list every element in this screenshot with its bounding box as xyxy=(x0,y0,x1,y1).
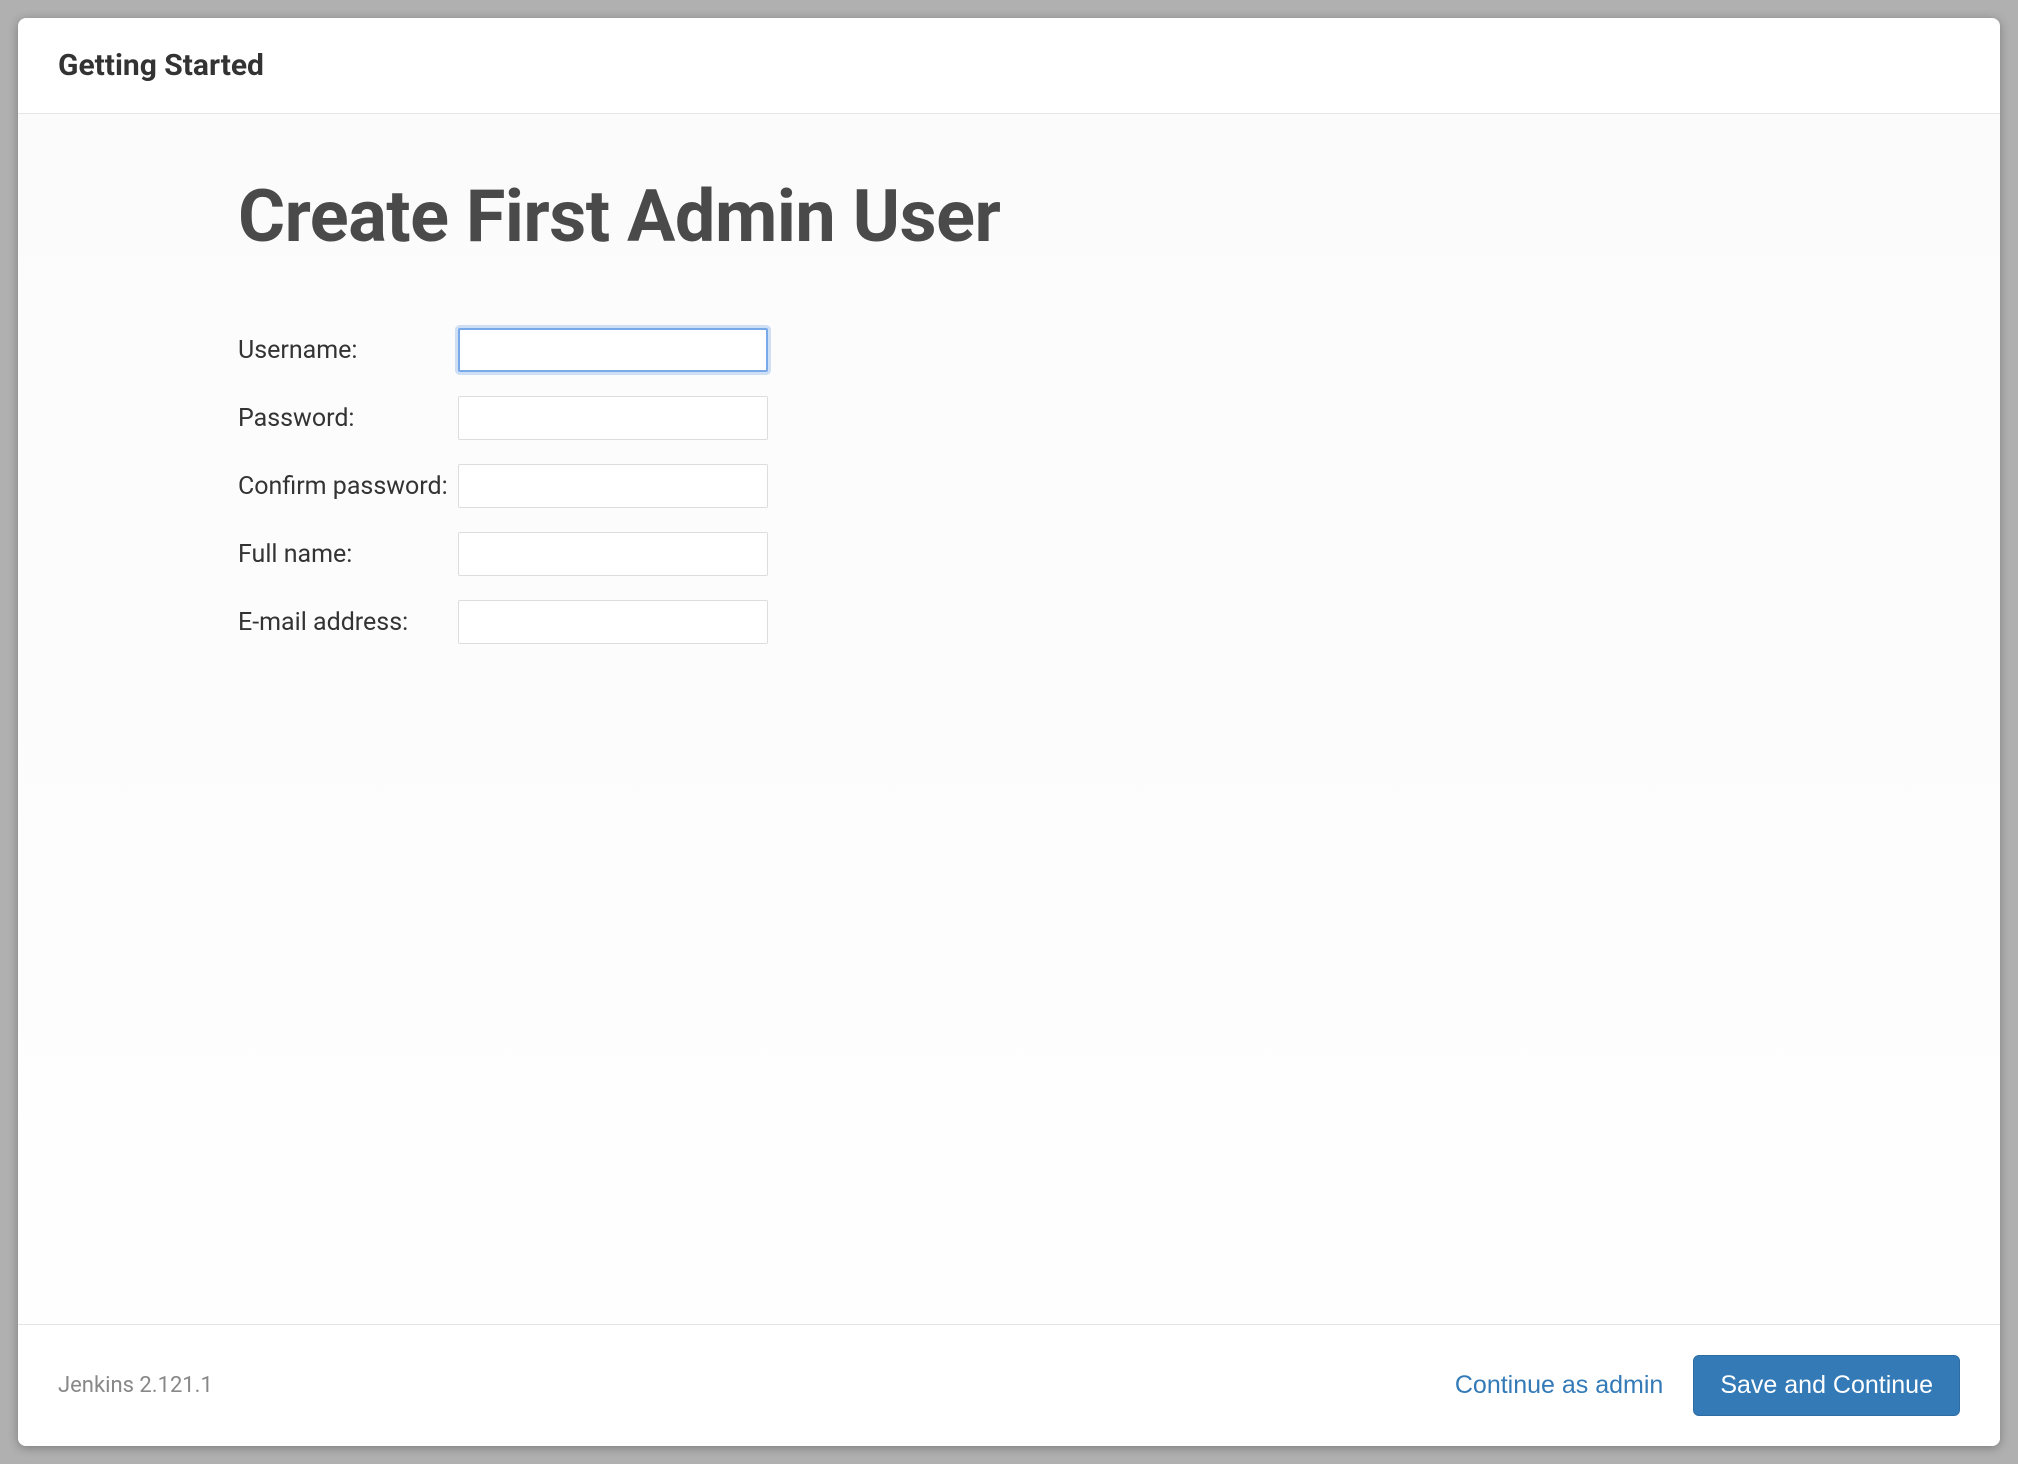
confirm-password-label: Confirm password: xyxy=(238,464,458,508)
footer: Jenkins 2.121.1 Continue as admin Save a… xyxy=(18,1324,2000,1446)
footer-actions: Continue as admin Save and Continue xyxy=(1455,1355,1960,1416)
main-content: Create First Admin User Username: Passwo… xyxy=(18,114,2000,1324)
username-label: Username: xyxy=(238,328,458,372)
password-input[interactable] xyxy=(458,396,768,440)
email-label: E-mail address: xyxy=(238,600,458,644)
header-title: Getting Started xyxy=(58,48,1960,83)
admin-user-form: Username: Password: Confirm password: Fu… xyxy=(238,304,768,668)
page-title: Create First Admin User xyxy=(238,174,2000,259)
header: Getting Started xyxy=(18,18,2000,114)
full-name-input[interactable] xyxy=(458,532,768,576)
email-input[interactable] xyxy=(458,600,768,644)
confirm-password-input[interactable] xyxy=(458,464,768,508)
password-label: Password: xyxy=(238,396,458,440)
full-name-label: Full name: xyxy=(238,532,458,576)
setup-window: Getting Started Create First Admin User … xyxy=(18,18,2000,1446)
username-input[interactable] xyxy=(458,328,768,372)
version-label: Jenkins 2.121.1 xyxy=(58,1373,213,1398)
continue-as-admin-link[interactable]: Continue as admin xyxy=(1455,1371,1663,1400)
save-and-continue-button[interactable]: Save and Continue xyxy=(1693,1355,1960,1416)
